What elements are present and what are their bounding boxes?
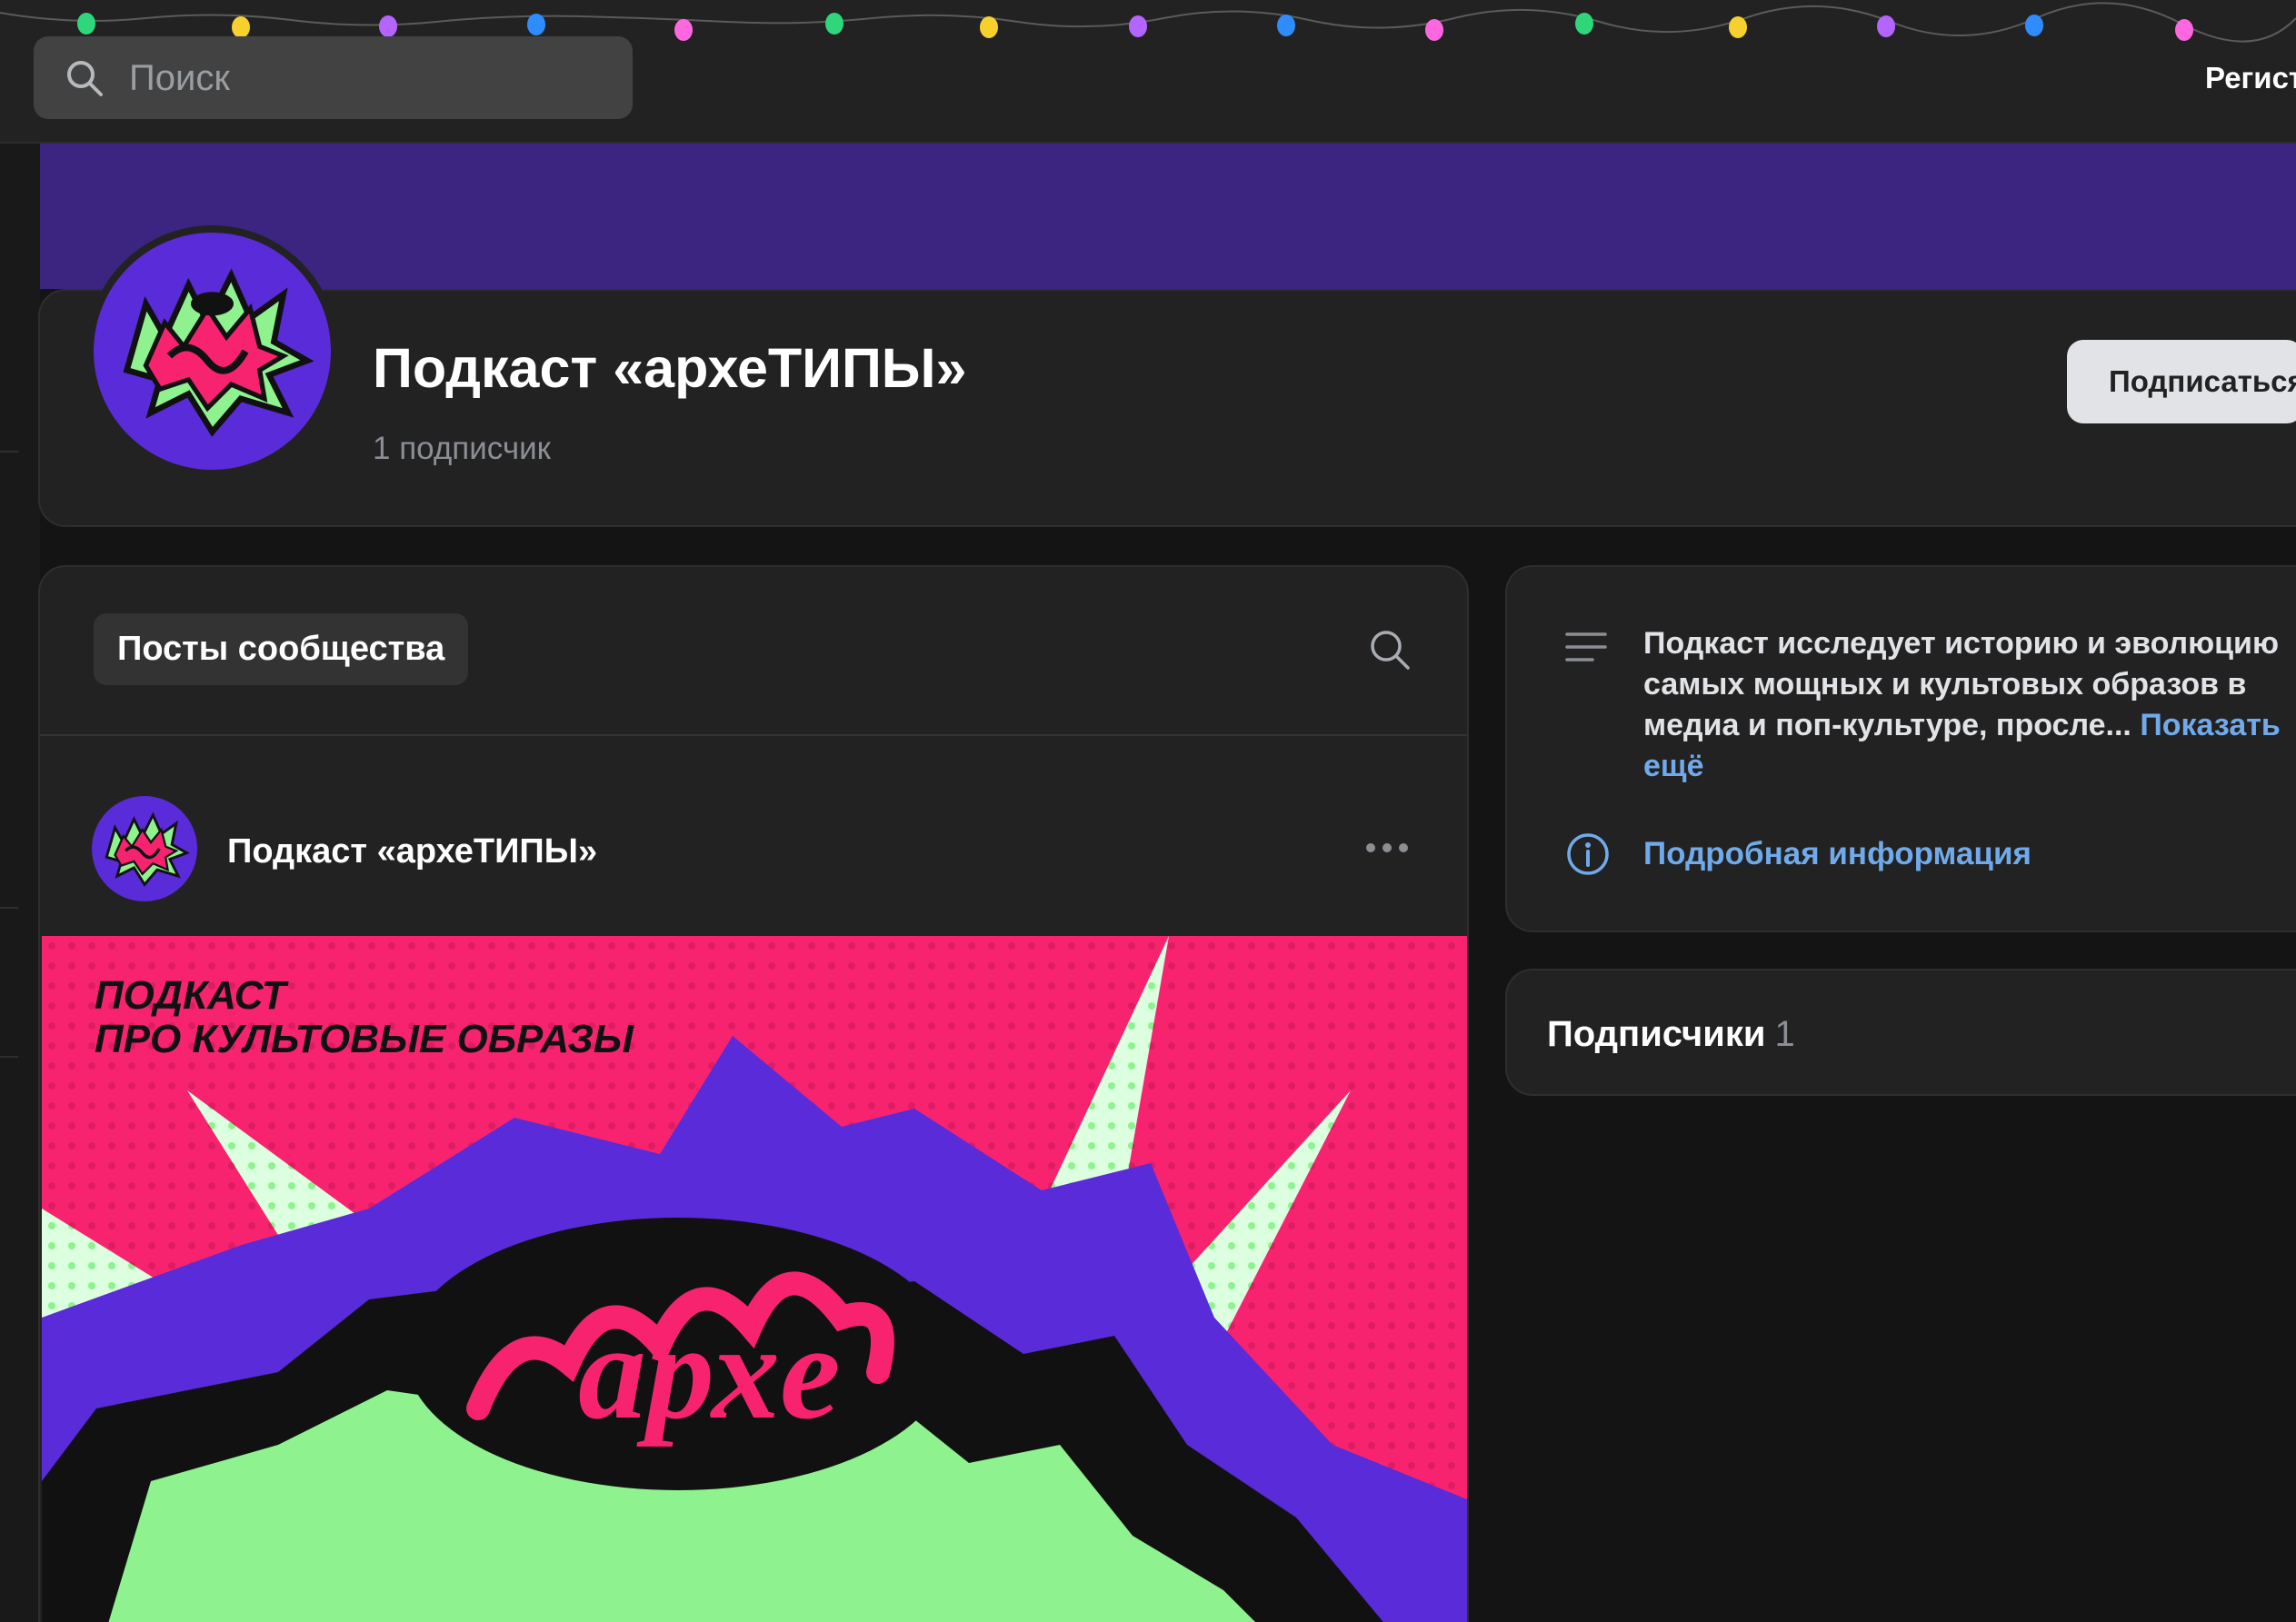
- community-cover: [40, 144, 2296, 289]
- followers-card[interactable]: Подписчики 1: [1505, 969, 2296, 1096]
- posts-header: Посты сообщества: [40, 567, 1467, 736]
- tab-community-posts[interactable]: Посты сообщества: [94, 613, 469, 685]
- post-author-avatar[interactable]: [92, 796, 197, 901]
- community-avatar[interactable]: [86, 225, 338, 477]
- poster-art: архе ПОДКАСТ ПРО КУЛЬТОВЫЕ ОБРАЗЫ: [42, 936, 1467, 1622]
- register-link[interactable]: Регист: [2205, 60, 2296, 96]
- poster-line-1: ПОДКАСТ: [95, 973, 289, 1018]
- logo-art: [105, 811, 190, 887]
- subscriber-count[interactable]: 1 подписчик: [373, 430, 551, 468]
- text-lines-icon: [1565, 632, 1607, 662]
- posts-panel: Посты сообщества Подкаст «археТИПЫ» архе…: [38, 565, 1469, 1622]
- page-title: Подкаст «археТИПЫ»: [373, 337, 967, 399]
- details-link[interactable]: Подробная информация: [1643, 834, 2031, 874]
- followers-label: Подписчики: [1547, 1014, 1766, 1054]
- more-dots-icon[interactable]: [1363, 836, 1411, 860]
- left-edge-strip: [0, 144, 40, 1622]
- search-input[interactable]: Поиск: [34, 36, 633, 119]
- community-description: Подкаст исследует историю и эволюцию сам…: [1643, 623, 2296, 787]
- logo-art: [123, 268, 314, 437]
- search-placeholder: Поиск: [129, 58, 230, 98]
- subscribe-button[interactable]: Подписаться: [2067, 340, 2296, 423]
- followers-heading: Подписчики 1: [1547, 1012, 1795, 1056]
- community-info-card: Подкаст исследует историю и эволюцию сам…: [1505, 565, 2296, 932]
- poster-word: архе: [578, 1297, 841, 1448]
- info-circle-icon: [1567, 833, 1609, 875]
- search-icon: [67, 61, 103, 96]
- post-image[interactable]: архе ПОДКАСТ ПРО КУЛЬТОВЫЕ ОБРАЗЫ: [42, 936, 1467, 1622]
- poster-line-2: ПРО КУЛЬТОВЫЕ ОБРАЗЫ: [95, 1017, 634, 1061]
- top-bar: Поиск Регист: [0, 0, 2296, 144]
- post-header: Подкаст «археТИПЫ»: [40, 736, 1467, 936]
- followers-count: 1: [1774, 1014, 1795, 1054]
- community-header: [38, 289, 2296, 527]
- post-author-name[interactable]: Подкаст «археТИПЫ»: [227, 831, 597, 872]
- search-icon[interactable]: [1367, 627, 1413, 672]
